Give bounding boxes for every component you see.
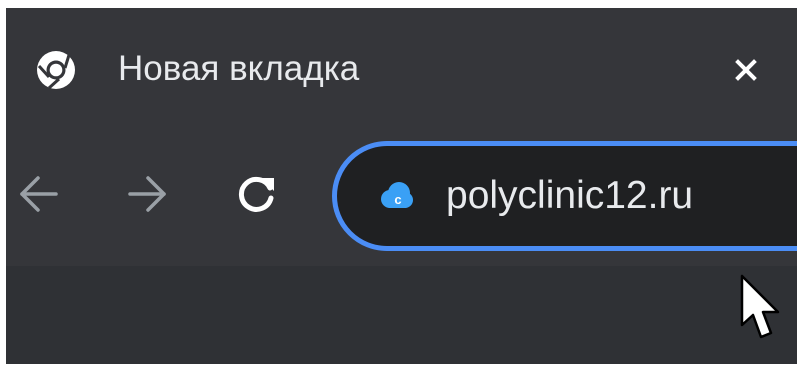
- tab-new-tab[interactable]: Новая вкладка: [6, 8, 797, 126]
- close-icon[interactable]: [728, 52, 764, 88]
- browser-window: Новая вкладка c polyclinic12.ru: [6, 8, 797, 364]
- arrow-right-icon[interactable]: [120, 168, 172, 220]
- browser-toolbar: c polyclinic12.ru: [6, 126, 797, 266]
- chrome-icon: [37, 51, 75, 90]
- reload-icon[interactable]: [230, 168, 282, 220]
- address-bar-input[interactable]: polyclinic12.ru: [446, 173, 693, 219]
- arrow-left-icon[interactable]: [14, 168, 66, 220]
- svg-text:c: c: [394, 192, 401, 207]
- tab-strip: Новая вкладка: [6, 8, 797, 126]
- page-content-area: [6, 266, 797, 364]
- tab-title: Новая вкладка: [118, 49, 360, 88]
- site-cloud-icon: c: [381, 182, 413, 208]
- mouse-pointer-icon: [740, 274, 780, 339]
- address-bar[interactable]: c polyclinic12.ru: [332, 141, 797, 251]
